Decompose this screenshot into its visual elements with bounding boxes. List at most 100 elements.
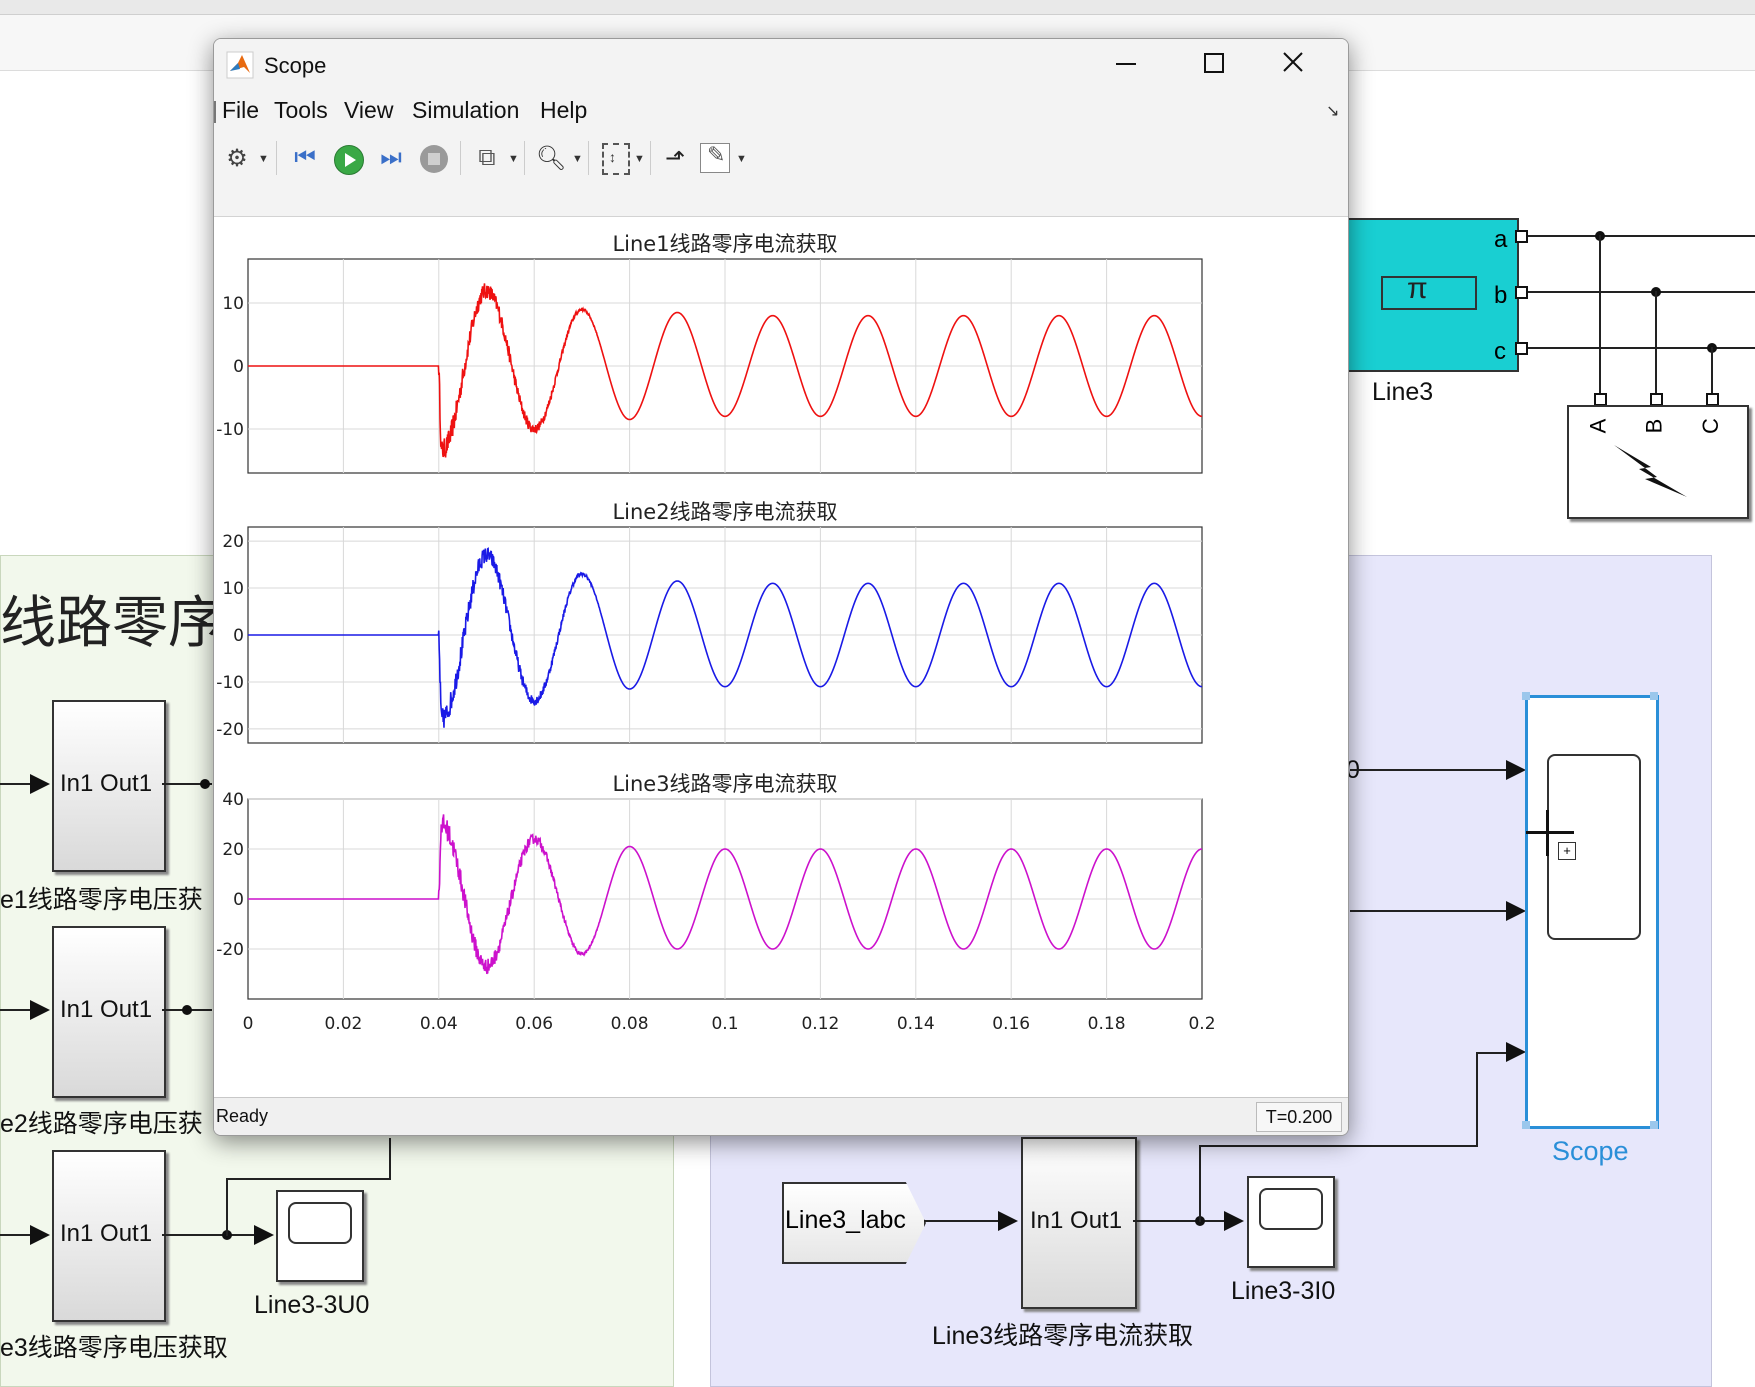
caption-line2-voltage: e2线路零序电压获 — [0, 1110, 203, 1138]
toolbar-divider — [650, 141, 651, 175]
close-icon[interactable] — [1282, 51, 1304, 73]
chevron-down-icon[interactable]: ▼ — [508, 153, 519, 165]
run-icon[interactable] — [334, 145, 364, 175]
y-tick-label: 0 — [233, 357, 244, 377]
chevron-down-icon[interactable]: ▼ — [736, 153, 747, 165]
scope-block-main-selected[interactable] — [1525, 695, 1659, 1129]
menu-tools[interactable]: Tools — [274, 97, 328, 124]
y-tick-label: -20 — [216, 940, 244, 960]
y-tick-label: 20 — [222, 840, 244, 860]
highlight-icon[interactable]: ⬏ — [660, 143, 690, 173]
line3-pi-section-block[interactable]: π a b c — [1345, 218, 1519, 372]
menu-simulation[interactable]: Simulation — [412, 97, 519, 124]
wire — [226, 1178, 228, 1236]
wire — [1133, 1220, 1229, 1222]
pi-icon: π — [1407, 272, 1428, 305]
toolbar: ⚙ ▼ ⏮ ⏭ ⧉ ▼ 🔍︎ ▼ ↕ ▼ ⬏ ✎ ▼ — [214, 131, 1348, 217]
rewind-icon[interactable]: ⏮ — [290, 143, 320, 173]
fault-port-c-label: C — [1697, 418, 1723, 434]
selection-handle[interactable] — [1650, 1121, 1658, 1129]
mouse-cursor-crosshair — [1546, 810, 1549, 856]
area-left-title: 线路零序 — [0, 591, 224, 656]
wire — [1350, 769, 1506, 771]
y-tick-label: 10 — [222, 294, 244, 314]
axes-title: Line3线路零序电流获取 — [612, 772, 837, 796]
scope-screen-icon — [288, 1202, 352, 1244]
axes-title: Line1线路零序电流获取 — [612, 232, 837, 256]
toolbar-divider — [588, 141, 589, 175]
selection-handle[interactable] — [1522, 1121, 1530, 1129]
mouse-cursor-crosshair — [1526, 831, 1574, 834]
wire-arrow — [254, 1225, 274, 1245]
undock-icon[interactable]: ↘ — [1326, 101, 1339, 121]
chevron-down-icon[interactable]: ▼ — [258, 153, 269, 165]
menu-bar: File Tools View Simulation Help ↘ — [214, 91, 1348, 131]
step-forward-icon[interactable]: ⏭ — [376, 143, 406, 173]
wire-junction — [200, 779, 210, 789]
wire — [1655, 291, 1657, 395]
x-tick-label: 0.08 — [611, 1014, 649, 1034]
menu-help[interactable]: Help — [540, 97, 587, 124]
menu-file[interactable]: File — [222, 97, 259, 124]
port-c[interactable] — [1515, 342, 1528, 355]
three-phase-fault-block[interactable]: A B C — [1567, 405, 1749, 519]
maximize-icon[interactable] — [1204, 53, 1224, 73]
scope-window: Scope File Tools View Simulation Help ↘ … — [213, 38, 1349, 1136]
menu-grip — [214, 101, 216, 123]
wire-arrow — [30, 774, 50, 794]
selection-handle[interactable] — [1650, 692, 1658, 700]
x-tick-label: 0.2 — [1188, 1014, 1215, 1034]
x-tick-label: 0.04 — [420, 1014, 458, 1034]
wire — [1711, 347, 1713, 395]
x-tick-label: 0.14 — [897, 1014, 935, 1034]
scale-axes-icon[interactable]: ↕ — [602, 143, 630, 175]
y-tick-label: 0 — [233, 626, 244, 646]
x-tick-label: 0.02 — [324, 1014, 362, 1034]
edit-icon[interactable]: ✎ — [700, 142, 730, 173]
fault-port-a-label: A — [1585, 418, 1611, 434]
y-tick-label: 10 — [222, 579, 244, 599]
scope-block-line3-3i0[interactable] — [1247, 1176, 1335, 1268]
x-tick-label: 0 — [243, 1014, 254, 1034]
wire — [389, 1138, 391, 1180]
stop-icon[interactable] — [420, 145, 448, 173]
chevron-down-icon[interactable]: ▼ — [572, 153, 583, 165]
caption-line3-current: Line3线路零序电流获取 — [932, 1322, 1194, 1350]
chevron-down-icon[interactable]: ▼ — [634, 153, 645, 165]
scope-screen-icon — [1259, 1188, 1323, 1230]
selection-handle[interactable] — [1522, 692, 1530, 700]
add-port-icon: + — [1558, 842, 1576, 860]
caption-line1-voltage: e1线路零序电压获 — [0, 886, 203, 914]
port-a-label: a — [1494, 226, 1508, 253]
port-b-label: b — [1494, 282, 1508, 309]
wire — [0, 1009, 30, 1011]
port-a[interactable] — [1515, 230, 1528, 243]
scope-block-line3-3u0[interactable] — [276, 1190, 364, 1282]
wire-arrow — [30, 1225, 50, 1245]
caption-line3-voltage: e3线路零序电压获取 — [0, 1334, 228, 1362]
pi-line-symbol — [1381, 276, 1477, 310]
x-tick-label: 0.12 — [801, 1014, 839, 1034]
caption-line3: Line3 — [1372, 378, 1434, 406]
lightning-icon — [1614, 445, 1687, 497]
block-port-label: In1 Out1 — [60, 996, 153, 1023]
scope-axes-3: Line3线路零序电流获取 0 0.02 0.04 0.06 0.08 0.1 0.12 0.1… — [216, 772, 1215, 1034]
x-tick-label: 0.06 — [515, 1014, 553, 1034]
signal-selector-icon[interactable]: ⧉ — [472, 143, 502, 173]
wire-arrow — [1506, 901, 1526, 921]
zoom-icon[interactable]: 🔍︎ — [536, 143, 566, 173]
gear-icon[interactable]: ⚙ — [222, 143, 252, 173]
wire-arrow — [30, 1000, 50, 1020]
y-tick-label: -10 — [216, 420, 244, 440]
toolbar-divider — [276, 141, 277, 175]
matlab-logo-icon — [226, 51, 254, 79]
status-bar: Ready T=0.200 — [214, 1097, 1348, 1135]
menu-view[interactable]: View — [344, 97, 393, 124]
port-b[interactable] — [1515, 286, 1528, 299]
wire-arrow — [998, 1211, 1018, 1231]
minimize-icon[interactable] — [1116, 63, 1136, 65]
wire-arrow — [1506, 1042, 1526, 1062]
wire — [162, 1234, 254, 1236]
title-bar: Scope — [214, 39, 1348, 91]
window-title: Scope — [264, 53, 327, 78]
